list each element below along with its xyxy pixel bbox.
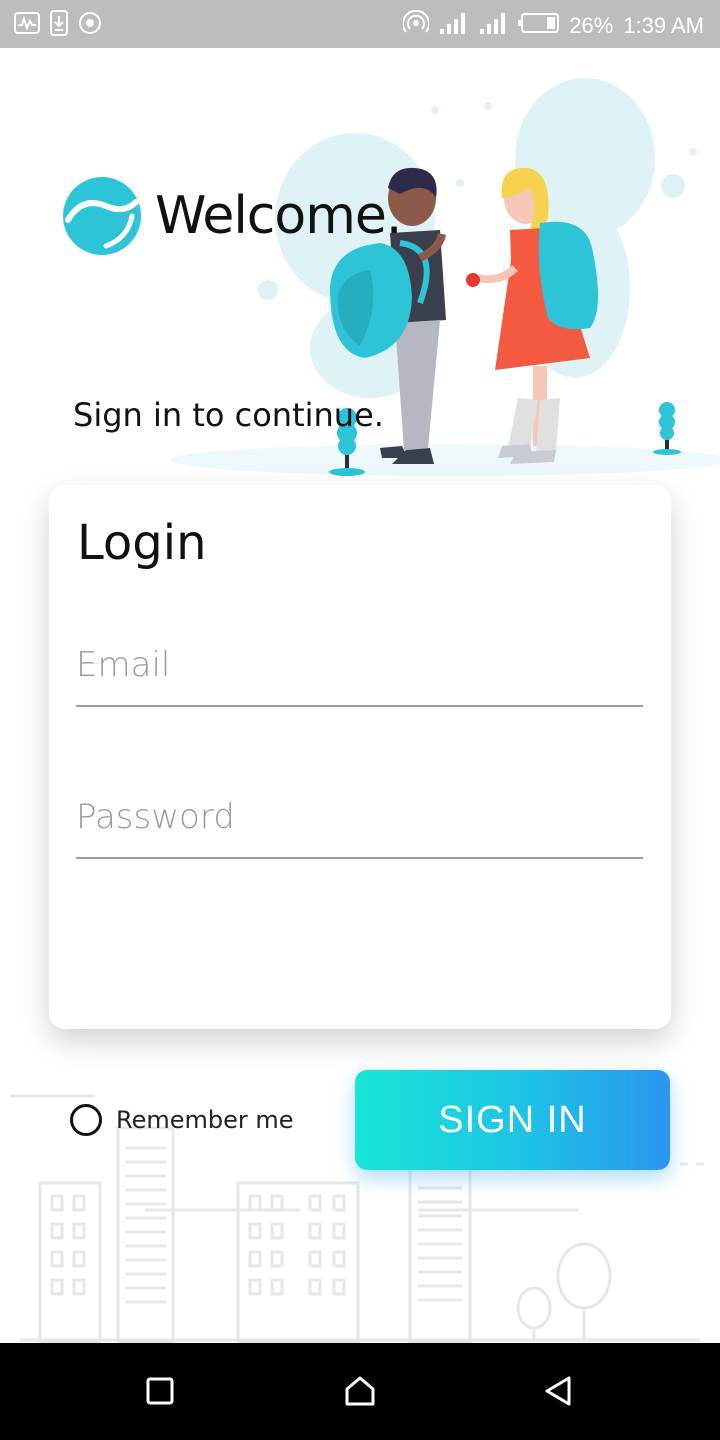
battery-icon xyxy=(517,12,560,40)
target-icon xyxy=(78,11,102,40)
back-icon[interactable] xyxy=(539,1371,579,1411)
hotspot-icon xyxy=(402,9,431,42)
remember-me-label: Remember me xyxy=(116,1106,294,1134)
navigation-bar xyxy=(0,1343,720,1440)
email-field[interactable] xyxy=(76,645,643,685)
login-card: Login xyxy=(49,485,671,1029)
password-field[interactable] xyxy=(76,797,643,837)
status-bar: 26% 1:39 AM xyxy=(0,0,720,48)
remember-me[interactable]: Remember me xyxy=(70,1104,294,1136)
sign-in-button[interactable]: SIGN IN xyxy=(355,1070,670,1170)
clock: 1:39 AM xyxy=(623,13,704,38)
welcome-heading: Welcome. xyxy=(155,186,402,246)
subtitle: Sign in to continue. xyxy=(73,396,384,434)
password-field-container xyxy=(76,797,643,859)
remember-me-radio[interactable] xyxy=(70,1104,102,1136)
recents-icon[interactable] xyxy=(140,1371,180,1411)
activity-icon xyxy=(14,12,40,39)
login-title: Login xyxy=(77,515,207,571)
students-illustration xyxy=(170,78,720,476)
email-field-container xyxy=(76,645,643,707)
download-icon xyxy=(50,10,68,41)
home-icon[interactable] xyxy=(340,1371,380,1411)
signal-ht-icon xyxy=(477,11,507,41)
login-screen: Welcome. Sign in to continue. Login Emai… xyxy=(0,48,720,1343)
app-logo xyxy=(63,177,141,255)
battery-percent: 26% xyxy=(569,13,614,38)
signal-icon xyxy=(439,11,467,41)
